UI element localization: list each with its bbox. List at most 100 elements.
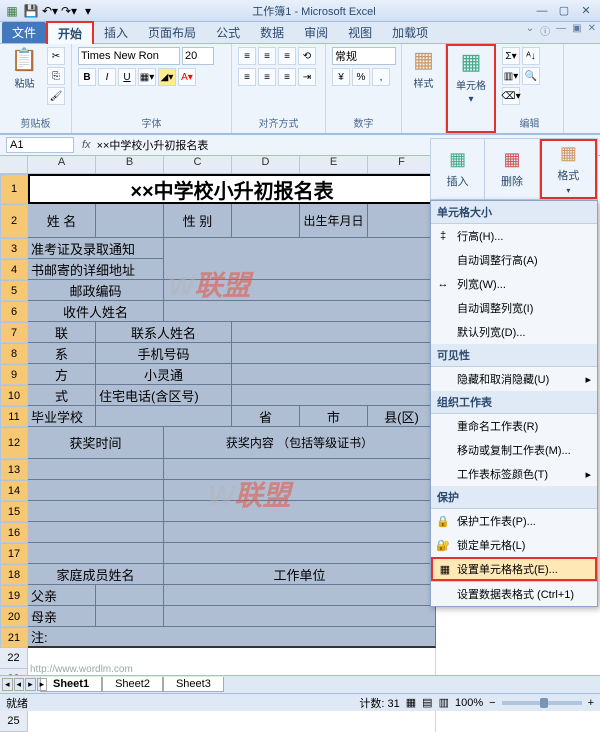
tab-review[interactable]: 审阅 xyxy=(294,22,338,43)
currency-icon[interactable]: ¥ xyxy=(332,68,350,86)
cell-C5[interactable] xyxy=(164,280,436,301)
fill-color-icon[interactable]: ◢▾ xyxy=(158,68,176,86)
cell-A9[interactable]: 方 xyxy=(28,364,96,385)
row-5[interactable]: 5 xyxy=(0,280,28,301)
cell-A11[interactable]: 毕业学校 xyxy=(28,406,96,427)
comma-icon[interactable]: , xyxy=(372,68,390,86)
insert-cells-button[interactable]: ▦插入 xyxy=(431,139,485,199)
row-15[interactable]: 15 xyxy=(0,501,28,522)
cell-A10[interactable]: 式 xyxy=(28,385,96,406)
row-14[interactable]: 14 xyxy=(0,480,28,501)
align-right-icon[interactable]: ≡ xyxy=(278,68,296,86)
col-A[interactable]: A xyxy=(28,156,96,174)
cell-A14[interactable] xyxy=(28,480,164,501)
sheet-tab-2[interactable]: Sheet2 xyxy=(102,677,163,692)
row-21[interactable]: 21 xyxy=(0,627,28,648)
find-icon[interactable]: 🔍 xyxy=(522,67,540,85)
format-painter-icon[interactable]: 🖌 xyxy=(47,87,65,105)
cut-icon[interactable]: ✂ xyxy=(47,47,65,65)
row-8[interactable]: 8 xyxy=(0,343,28,364)
cell-E2[interactable]: 出生年月日 xyxy=(300,204,368,238)
fill-icon[interactable]: ▥▾ xyxy=(502,67,520,85)
menu-row-height[interactable]: ‡行高(H)... xyxy=(431,224,597,248)
tab-formula[interactable]: 公式 xyxy=(206,22,250,43)
cell-title[interactable]: ××中学校小升初报名表 xyxy=(28,174,436,204)
sort-icon[interactable]: ᴬ↓ xyxy=(522,47,540,65)
menu-move[interactable]: 移动或复制工作表(M)... xyxy=(431,438,597,462)
menu-format-cells[interactable]: ▦设置单元格格式(E)... xyxy=(431,557,597,581)
cell-B11[interactable] xyxy=(96,406,232,427)
cell-A2[interactable]: 姓 名 xyxy=(28,204,96,238)
menu-lock[interactable]: 🔐锁定单元格(L) xyxy=(431,533,597,557)
qat-dropdown-icon[interactable]: ▾ xyxy=(80,3,96,19)
zoom-out-icon[interactable]: − xyxy=(489,697,495,709)
cell-C19[interactable] xyxy=(164,585,436,606)
row-17[interactable]: 17 xyxy=(0,543,28,564)
row-25[interactable]: 25 xyxy=(0,711,28,732)
align-mid-icon[interactable]: ≡ xyxy=(258,47,276,65)
cell-D9[interactable] xyxy=(232,364,436,385)
cell-C20[interactable] xyxy=(164,606,436,627)
border-icon[interactable]: ▦▾ xyxy=(138,68,156,86)
cell-E11[interactable]: 县(区) xyxy=(368,406,436,427)
fx-icon[interactable]: fx xyxy=(82,139,91,151)
cell-A8[interactable]: 系 xyxy=(28,343,96,364)
cell-C11[interactable]: 省 xyxy=(232,406,300,427)
row-10[interactable]: 10 xyxy=(0,385,28,406)
cell-C13[interactable] xyxy=(164,459,436,480)
cell-B7[interactable]: 联系人姓名 xyxy=(96,322,232,343)
close-button[interactable]: ✕ xyxy=(576,3,596,19)
col-D[interactable]: D xyxy=(232,156,300,174)
maximize-button[interactable]: ▢ xyxy=(554,3,574,19)
row-4[interactable]: 4 xyxy=(0,259,28,280)
cell-C3[interactable] xyxy=(164,238,436,280)
view-break-icon[interactable]: ▥ xyxy=(439,696,449,709)
name-box[interactable]: A1 xyxy=(6,137,74,153)
tab-insert[interactable]: 插入 xyxy=(94,22,138,43)
clear-icon[interactable]: ⌫▾ xyxy=(502,87,520,105)
cell-B10[interactable]: 住宅电话(含区号) xyxy=(96,385,232,406)
align-top-icon[interactable]: ≡ xyxy=(238,47,256,65)
zoom-slider[interactable] xyxy=(502,701,582,705)
row-18[interactable]: 18 xyxy=(0,564,28,585)
percent-icon[interactable]: % xyxy=(352,68,370,86)
cell-C16[interactable] xyxy=(164,522,436,543)
delete-cells-button[interactable]: ▦删除 xyxy=(485,139,539,199)
menu-autofit-col[interactable]: 自动调整列宽(I) xyxy=(431,296,597,320)
zoom-in-icon[interactable]: + xyxy=(588,697,594,709)
row-1[interactable]: 1 xyxy=(0,174,28,204)
cell-B20[interactable] xyxy=(96,606,164,627)
cell-D8[interactable] xyxy=(232,343,436,364)
tab-layout[interactable]: 页面布局 xyxy=(138,22,206,43)
formula-text[interactable]: ××中学校小升初报名表 xyxy=(97,137,209,153)
cell-D10[interactable] xyxy=(232,385,436,406)
cell-D7[interactable] xyxy=(232,322,436,343)
cell-C12[interactable]: 获奖内容 （包括等级证书） xyxy=(164,427,436,459)
paste-button[interactable]: 📋粘贴 xyxy=(6,47,43,113)
ribbon-close-icon[interactable]: ▣ xyxy=(572,23,581,38)
font-size-select[interactable] xyxy=(182,47,214,65)
autosum-icon[interactable]: Σ▾ xyxy=(502,47,520,65)
menu-tabcolor[interactable]: 工作表标签颜色(T)▸ xyxy=(431,462,597,486)
row-12[interactable]: 12 xyxy=(0,427,28,459)
cells-area[interactable]: ××中学校小升初报名表 姓 名 性 别 出生年月日 准考证及录取通知 书邮寄的详… xyxy=(28,174,436,694)
row-2[interactable]: 2 xyxy=(0,204,28,238)
cell-A21[interactable]: 注: xyxy=(28,627,436,648)
cell-D2[interactable] xyxy=(232,204,300,238)
cell-A12[interactable]: 获奖时间 xyxy=(28,427,164,459)
tab-home[interactable]: 开始 xyxy=(46,21,94,44)
cell-A7[interactable]: 联 xyxy=(28,322,96,343)
align-center-icon[interactable]: ≡ xyxy=(258,68,276,86)
minimize-button[interactable]: — xyxy=(532,3,552,19)
row-20[interactable]: 20 xyxy=(0,606,28,627)
tab-addin[interactable]: 加载项 xyxy=(382,22,438,43)
cell-A20[interactable]: 母亲 xyxy=(28,606,96,627)
view-normal-icon[interactable]: ▦ xyxy=(406,696,416,709)
row-13[interactable]: 13 xyxy=(0,459,28,480)
cell-A6[interactable]: 收件人姓名 xyxy=(28,301,164,322)
help-icon[interactable]: ⓘ xyxy=(540,23,550,38)
menu-rename[interactable]: 重命名工作表(R) xyxy=(431,414,597,438)
tab-file[interactable]: 文件 xyxy=(2,22,46,43)
align-bot-icon[interactable]: ≡ xyxy=(278,47,296,65)
cell-A3[interactable]: 准考证及录取通知 xyxy=(28,238,164,259)
